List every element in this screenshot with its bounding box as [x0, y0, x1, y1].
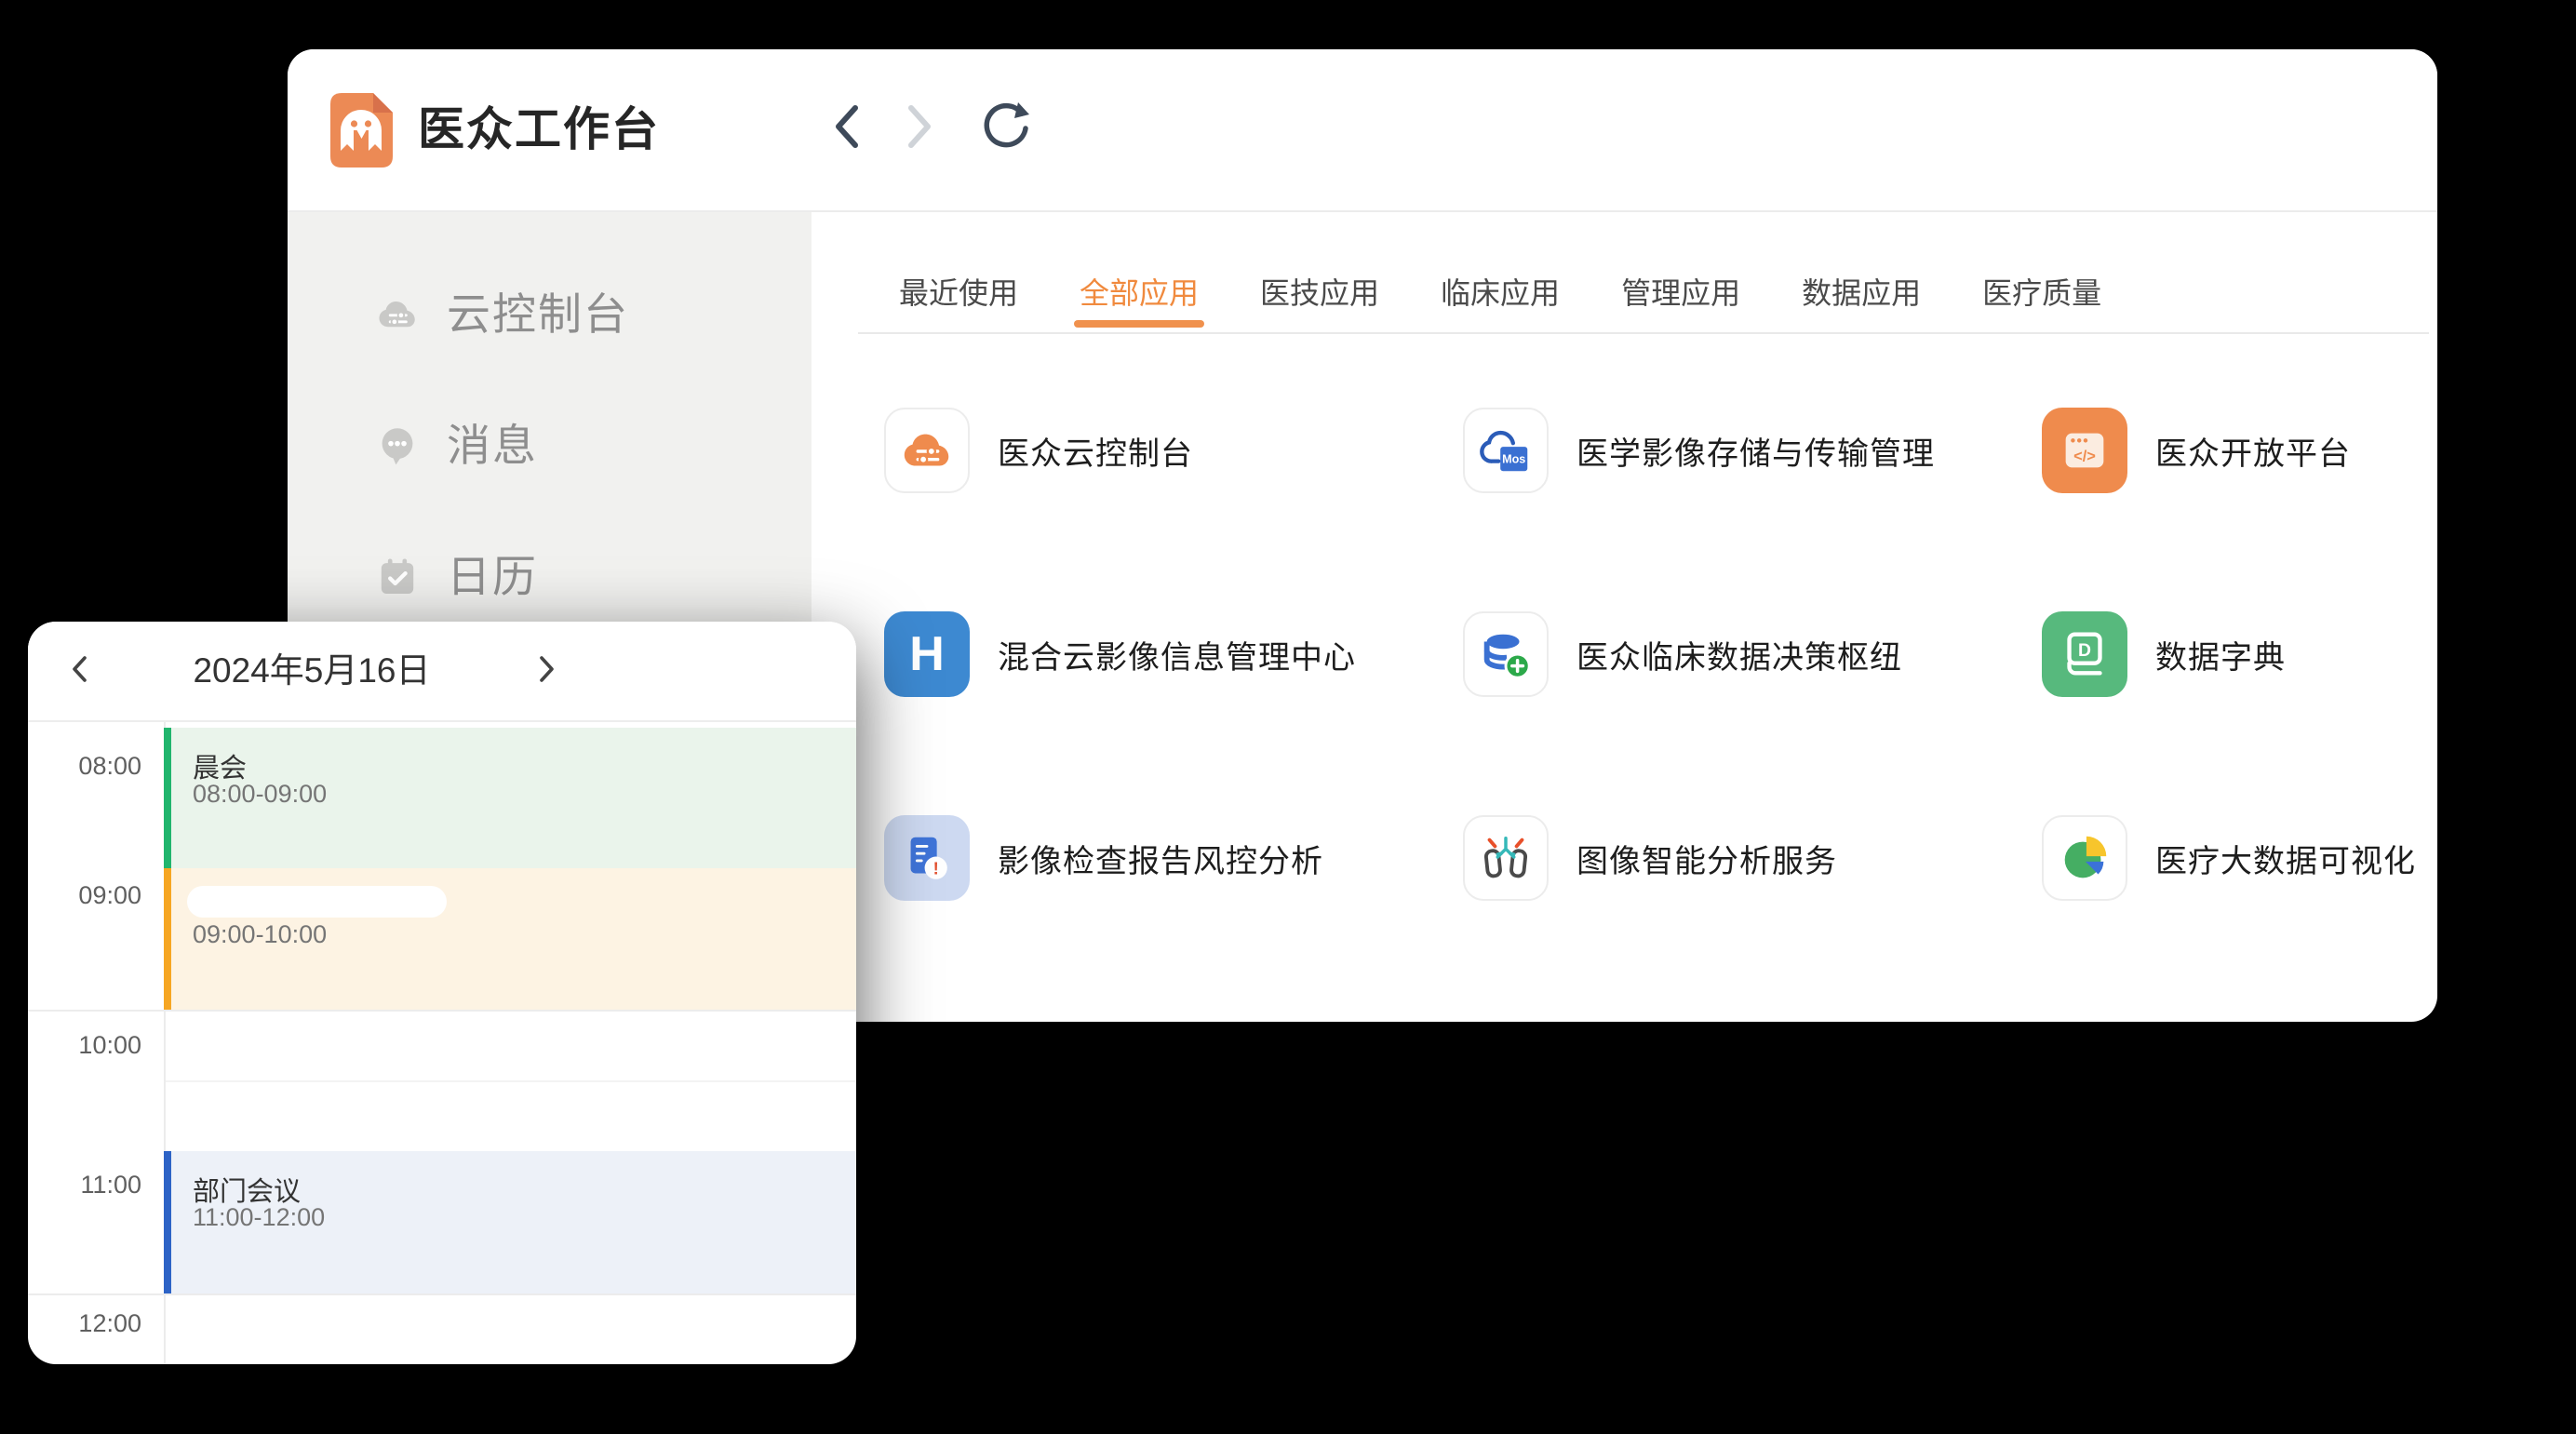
- sidebar-item-messages[interactable]: 消息: [288, 399, 812, 492]
- event-morning-meeting[interactable]: 晨会 08:00-09:00: [164, 728, 856, 868]
- app-card-hybrid-cloud-imaging[interactable]: H 混合云影像信息管理中心: [884, 611, 1356, 697]
- h-letter-icon: H: [884, 611, 970, 697]
- chevron-right-icon: [535, 653, 559, 690]
- dictionary-icon-text: D: [2078, 640, 2091, 661]
- tab-medtech-apps[interactable]: 医技应用: [1260, 278, 1379, 308]
- event-redacted[interactable]: 09:00-10:00: [164, 868, 856, 1010]
- message-bubble-icon: [374, 422, 421, 474]
- app-name: 医众云控制台: [998, 428, 1193, 474]
- nav-back-button[interactable]: [817, 99, 877, 158]
- time-label: 08:00: [28, 752, 141, 781]
- lungs-icon: [1463, 815, 1549, 901]
- code-window-icon: </>: [2042, 408, 2127, 493]
- time-label: 09:00: [28, 881, 141, 910]
- mos-icon-text: Mos: [1502, 453, 1525, 466]
- app-card-data-dictionary[interactable]: D 数据字典: [2042, 611, 2286, 697]
- app-name: 医学影像存储与传输管理: [1576, 428, 1935, 474]
- app-card-image-ai-service[interactable]: 图像智能分析服务: [1463, 815, 1837, 901]
- sidebar-item-label: 云控制台: [447, 268, 629, 361]
- event-time: 09:00-10:00: [193, 920, 327, 949]
- app-card-report-risk-analysis[interactable]: ! 影像检查报告风控分析: [884, 815, 1323, 901]
- time-label: 11:00: [28, 1171, 141, 1199]
- app-card-image-storage[interactable]: Mos 医学影像存储与传输管理: [1463, 408, 1935, 493]
- screen: 医众工作台: [0, 0, 2576, 1434]
- app-card-cloud-console[interactable]: 医众云控制台: [884, 408, 1193, 493]
- tab-management-apps[interactable]: 管理应用: [1621, 278, 1740, 308]
- app-name: 数据字典: [2155, 632, 2286, 677]
- sidebar-item-label: 日历: [447, 530, 538, 623]
- h-icon-text: H: [909, 611, 945, 697]
- sidebar-item-cloud-console[interactable]: 云控制台: [288, 268, 812, 361]
- calendar-date-title: 2024年5月16日: [140, 622, 484, 720]
- app-card-clinical-data-hub[interactable]: 医众临床数据决策枢纽: [1463, 611, 1902, 697]
- calendar-next-button[interactable]: [521, 645, 573, 697]
- pie-chart-icon: [2042, 815, 2127, 901]
- refresh-icon: [980, 101, 1032, 157]
- nav-refresh-button[interactable]: [976, 99, 1036, 158]
- cloud-console-icon: [374, 291, 421, 342]
- window-header: 医众工作台: [288, 49, 2437, 212]
- calendar-check-icon: [374, 554, 421, 605]
- tab-recent-used[interactable]: 最近使用: [899, 278, 1018, 308]
- app-name: 影像检查报告风控分析: [998, 836, 1323, 881]
- app-category-tabs: 最近使用 全部应用 医技应用 临床应用 管理应用 数据应用 医疗质量: [899, 278, 2101, 308]
- calendar-header: 2024年5月16日: [28, 622, 856, 722]
- tab-all-apps[interactable]: 全部应用: [1080, 278, 1199, 308]
- mos-cloud-icon: Mos: [1463, 408, 1549, 493]
- gridline-12: [28, 1293, 856, 1295]
- tabs-divider: [858, 332, 2429, 334]
- app-name: 医众开放平台: [2155, 428, 2351, 474]
- redacted-event-title: [187, 886, 447, 918]
- event-department-meeting[interactable]: 部门会议 11:00-12:00: [164, 1151, 856, 1293]
- dictionary-book-icon: D: [2042, 611, 2127, 697]
- sidebar-item-calendar[interactable]: 日历: [288, 530, 812, 623]
- event-time: 11:00-12:00: [193, 1203, 325, 1232]
- chevron-left-icon: [67, 653, 91, 690]
- app-card-open-platform[interactable]: </> 医众开放平台: [2042, 408, 2351, 493]
- tab-data-apps[interactable]: 数据应用: [1802, 278, 1921, 308]
- alert-icon-text: !: [933, 858, 939, 878]
- time-label: 10:00: [28, 1031, 141, 1060]
- chevron-left-icon: [828, 101, 865, 156]
- orange-cloud-settings-icon: [884, 408, 970, 493]
- tab-clinical-apps[interactable]: 临床应用: [1441, 278, 1560, 308]
- app-name: 医众临床数据决策枢纽: [1576, 632, 1902, 677]
- nav-forward-button[interactable]: [890, 99, 949, 158]
- gridline-1030: [166, 1080, 856, 1082]
- calendar-prev-button[interactable]: [53, 645, 105, 697]
- sidebar-item-label: 消息: [447, 399, 538, 492]
- database-plus-icon: [1463, 611, 1549, 697]
- chevron-right-icon: [901, 101, 938, 156]
- tab-medical-quality[interactable]: 医疗质量: [1982, 278, 2101, 308]
- time-label: 12:00: [28, 1309, 141, 1338]
- code-icon-text: </>: [2073, 449, 2096, 465]
- app-title: 医众工作台: [418, 49, 660, 210]
- app-name: 图像智能分析服务: [1576, 836, 1837, 881]
- calendar-panel: 2024年5月16日 08:00 09:00 10:00 11:00 12:00…: [28, 622, 856, 1364]
- gridline-10: [28, 1010, 856, 1012]
- app-name: 混合云影像信息管理中心: [998, 632, 1356, 677]
- app-logo-icon: [330, 93, 393, 168]
- event-time: 08:00-09:00: [193, 780, 327, 809]
- app-card-big-data-visualization[interactable]: 医疗大数据可视化: [2042, 815, 2416, 901]
- report-alert-icon: !: [884, 815, 970, 901]
- app-name: 医疗大数据可视化: [2155, 836, 2416, 881]
